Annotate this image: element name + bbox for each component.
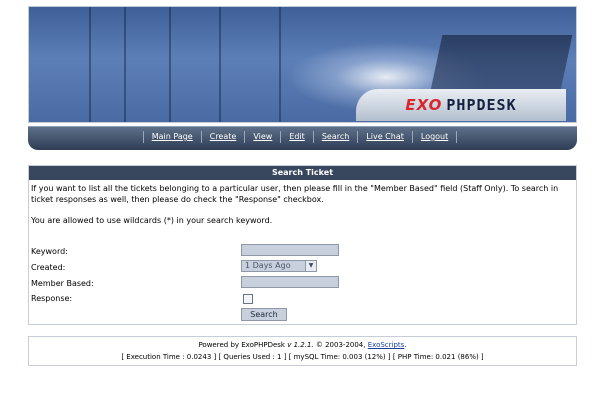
logo: EXO PHPDESK: [356, 89, 566, 121]
footer-powered-text: Powered by ExoPHPDesk: [198, 341, 285, 349]
exoscripts-link[interactable]: ExoScripts: [368, 341, 405, 349]
building-graphic: [429, 35, 573, 95]
member-based-input[interactable]: [241, 276, 339, 288]
chevron-down-icon[interactable]: ▼: [305, 261, 316, 271]
search-button[interactable]: Search: [241, 308, 287, 321]
nav-logout-link[interactable]: Logout: [411, 131, 458, 143]
response-label: Response:: [31, 294, 73, 303]
footer-version: v 1.2.1.: [287, 341, 314, 349]
keyword-label: Keyword:: [31, 247, 68, 256]
nav-links: Main Page Create View Edit Search Live C…: [0, 130, 600, 144]
keyword-input[interactable]: [241, 244, 339, 256]
footer-copyright: © 2003-2004,: [315, 341, 366, 349]
nav-create-link[interactable]: Create: [200, 131, 245, 143]
footer-powered-line: Powered by ExoPHPDesk v 1.2.1. © 2003-20…: [29, 339, 576, 351]
nav-main-page-link[interactable]: Main Page: [142, 131, 201, 143]
logo-exo-text: EXO: [405, 96, 443, 114]
header-banner: EXO PHPDESK: [28, 6, 577, 123]
footer-stats: [ Execution Time : 0.0243 ] [ Queries Us…: [121, 353, 484, 361]
created-label: Created:: [31, 263, 66, 272]
footer-period: .: [404, 341, 407, 349]
nav-live-chat-link[interactable]: Live Chat: [357, 131, 412, 143]
created-select[interactable]: 1 Days Ago ▼: [241, 260, 317, 272]
search-description: If you want to list all the tickets belo…: [31, 184, 559, 204]
created-select-value: 1 Days Ago: [245, 261, 291, 270]
nav-search-link[interactable]: Search: [312, 131, 357, 143]
search-ticket-panel: Search Ticket If you want to list all th…: [28, 165, 577, 325]
logo-phpdesk-text: PHPDESK: [446, 96, 517, 114]
wildcard-note: You are allowed to use wildcards (*) in …: [31, 216, 273, 225]
nav-edit-link[interactable]: Edit: [280, 131, 313, 143]
panel-title: Search Ticket: [29, 166, 576, 180]
response-checkbox[interactable]: [243, 294, 253, 304]
footer: Powered by ExoPHPDesk v 1.2.1. © 2003-20…: [28, 336, 577, 366]
nav-view-link[interactable]: View: [244, 131, 280, 143]
member-based-label: Member Based:: [31, 279, 94, 288]
